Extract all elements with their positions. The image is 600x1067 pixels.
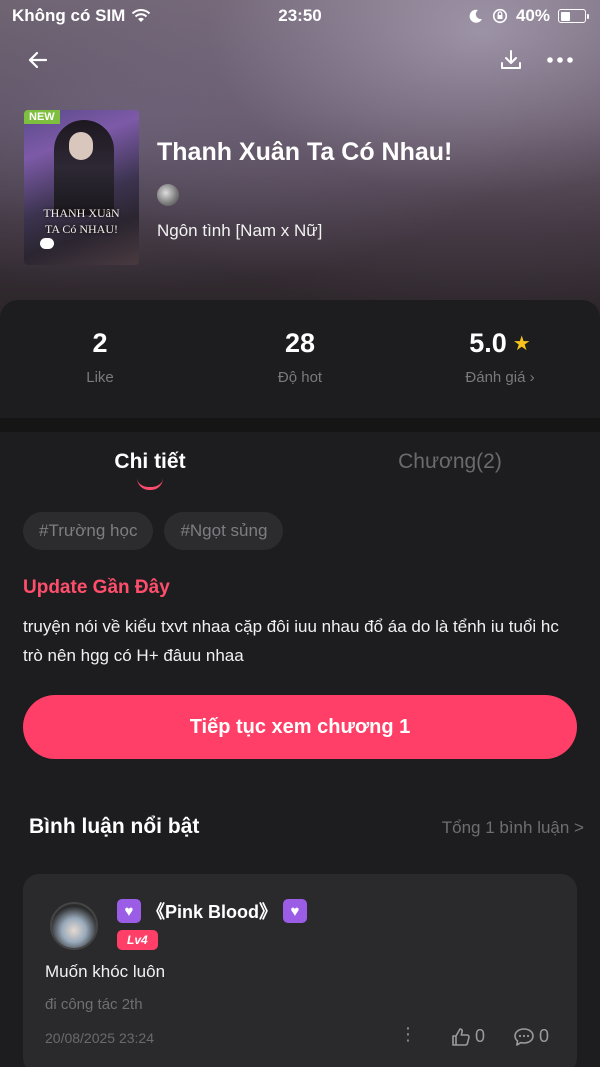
download-icon: [501, 50, 521, 69]
section-divider: [0, 418, 600, 432]
commenter-name[interactable]: 《Pink Blood》: [147, 898, 277, 924]
tag-item[interactable]: #Ngọt sủng: [164, 512, 284, 550]
battery-icon: [558, 9, 589, 23]
status-bar: Không có SIM 23:50 40%: [0, 0, 600, 32]
star-icon: ★: [512, 333, 531, 355]
moon-icon: [469, 9, 482, 23]
comic-bubble-icon: [40, 238, 54, 249]
continue-reading-button[interactable]: Tiếp tục xem chương 1: [23, 695, 577, 759]
battery-fill: [560, 11, 570, 21]
stat-like-label: Like: [86, 369, 114, 386]
thumbs-up-icon: [452, 1027, 470, 1046]
stat-rating-value-row: 5.0 ★: [400, 328, 600, 359]
stat-like[interactable]: 2 Like: [0, 328, 200, 386]
comment-text: Muốn khóc luôn: [45, 962, 166, 981]
comment-like-count: 0: [475, 1026, 486, 1046]
update-title: Update Gần Đây: [23, 577, 170, 598]
download-button[interactable]: [493, 42, 529, 78]
orientation-lock-icon: [492, 8, 508, 24]
stat-like-value: 2: [92, 328, 108, 358]
hero-header: Không có SIM 23:50 40% NEW THANH XUâN TA…: [0, 0, 600, 320]
book-title: Thanh Xuân Ta Có Nhau!: [157, 138, 453, 166]
comment-reply-button[interactable]: 0: [513, 1026, 549, 1047]
tab-active-indicator: [137, 478, 163, 490]
level-badge: Lv4: [117, 930, 158, 950]
arrow-left-icon: [28, 51, 48, 69]
purple-heart-icon: ♥: [117, 899, 141, 923]
comment-context: đi công tác 2th: [45, 996, 143, 1013]
book-cover[interactable]: NEW THANH XUâN TA Có NHAU!: [24, 110, 139, 265]
tab-chapters[interactable]: Chương(2): [300, 450, 600, 474]
tag-list: #Trường học #Ngọt sủng: [23, 512, 284, 550]
cover-title-line1: THANH XUâN: [43, 206, 120, 220]
stats-row: 2 Like 28 Độ hot 5.0 ★ Đánh giá ›: [0, 300, 600, 418]
more-button[interactable]: [542, 42, 578, 78]
stat-rating-value: 5.0: [469, 328, 507, 358]
commenter-avatar[interactable]: [50, 902, 98, 950]
back-button[interactable]: [20, 42, 56, 78]
stat-hot-label: Độ hot: [277, 369, 323, 386]
status-right: 40%: [468, 6, 589, 26]
stat-rating-label: Đánh giá ›: [465, 369, 535, 386]
tab-details[interactable]: Chi tiết: [0, 450, 300, 474]
stat-rating[interactable]: 5.0 ★ Đánh giá ›: [400, 328, 600, 386]
more-horizontal-icon: [547, 57, 573, 63]
battery-percent: 40%: [515, 6, 550, 25]
tab-bar: Chi tiết Chương(2): [0, 450, 600, 490]
comment-like-button[interactable]: 0: [451, 1026, 485, 1047]
cover-title-line2: TA Có NHAU!: [44, 222, 119, 236]
book-genre: Ngôn tình [Nam x Nữ]: [157, 221, 323, 240]
comment-card: ♥ 《Pink Blood》 ♥ Lv4 Muốn khóc luôn đi c…: [23, 874, 577, 1067]
commenter-name-row: ♥ 《Pink Blood》 ♥: [117, 898, 307, 924]
comments-title: Bình luận nổi bật: [29, 815, 200, 838]
comment-bubble-icon: [514, 1027, 534, 1046]
content-panel: 2 Like 28 Độ hot 5.0 ★ Đánh giá › Chi ti…: [0, 300, 600, 1067]
update-body: truyện nói về kiểu txvt nhaa cặp đôi iuu…: [23, 617, 559, 665]
stat-hot: 28 Độ hot: [200, 328, 400, 386]
comment-reply-count: 0: [539, 1026, 550, 1046]
cover-face: [69, 132, 93, 160]
new-badge: NEW: [24, 110, 60, 124]
comments-total-link[interactable]: Tổng 1 bình luận >: [442, 818, 584, 838]
stat-hot-value: 28: [284, 328, 316, 358]
comment-more-button[interactable]: ⋮: [399, 1024, 417, 1045]
comment-date: 20/08/2025 23:24: [45, 1030, 154, 1046]
author-avatar[interactable]: [157, 184, 179, 206]
tag-item[interactable]: #Trường học: [23, 512, 154, 550]
purple-heart-icon: ♥: [283, 899, 307, 923]
